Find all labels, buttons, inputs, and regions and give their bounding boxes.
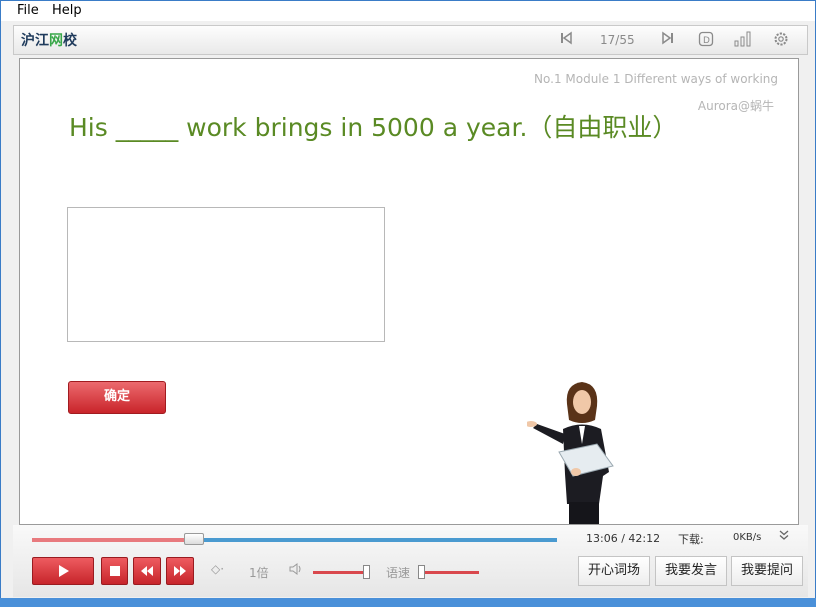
ask-question-button[interactable]: 我要提问 [731,556,803,586]
chevron-down-icon[interactable] [778,529,790,544]
answer-input[interactable] [67,207,385,342]
presenter-illustration [527,382,614,524]
speech-speed-thumb[interactable] [418,565,425,579]
question-text: His _____ work brings in 5000 a year.（自由… [69,113,678,142]
volume-slider[interactable] [313,571,368,574]
fast-forward-icon [174,566,186,576]
lesson-stage: No.1 Module 1 Different ways of working … [19,58,799,525]
download-speed: 0KB/s [733,532,762,543]
time-display: 13:06 / 42:12 [586,532,661,545]
author-credit: Aurora@蜗牛 [697,99,774,113]
rewind-icon [141,566,153,576]
rewind-button[interactable] [133,557,161,585]
stop-icon [109,566,120,576]
progress-buffered [203,538,557,542]
playback-rate[interactable]: 1倍 [249,564,269,581]
comment-button[interactable]: 我要发言 [655,556,727,586]
logo: 沪江网校 [21,33,77,49]
speech-speed-label: 语速 [386,566,411,580]
menu-help[interactable]: Help [52,3,82,18]
next-page-icon[interactable] [659,31,677,49]
settings-icon[interactable] [772,31,790,49]
window-border [0,598,816,607]
play-icon [59,565,69,577]
volume-slider-thumb[interactable] [363,565,370,579]
menu-bar: File Help [1,1,815,21]
progress-played [32,538,194,542]
fast-forward-button[interactable] [166,557,194,585]
dictionary-icon[interactable]: D [697,31,715,49]
speech-speed-slider[interactable] [421,571,479,574]
stats-icon[interactable] [734,31,752,49]
player-controls: 13:06 / 42:12 下载: 0KB/s ◇· 1倍 语速 开心词场 我要… [13,525,808,597]
menu-file[interactable]: File [17,3,39,18]
module-title: No.1 Module 1 Different ways of working [534,72,778,86]
volume-icon[interactable] [289,562,303,579]
confirm-button[interactable]: 确定 [68,381,166,414]
svg-text:D: D [703,36,710,46]
diamond-icon[interactable]: ◇· [211,562,224,576]
stop-button[interactable] [101,557,128,585]
progress-thumb[interactable] [184,533,204,545]
app-window: File Help 沪江网校 17/55 D No.1 Module 1 Dif… [0,0,816,607]
page-counter: 17/55 [600,33,635,47]
prev-page-icon[interactable] [557,31,575,49]
download-label: 下载: [678,533,704,546]
play-button[interactable] [32,557,94,585]
word-game-button[interactable]: 开心词场 [578,556,650,586]
toolbar: 沪江网校 17/55 D [13,25,808,55]
